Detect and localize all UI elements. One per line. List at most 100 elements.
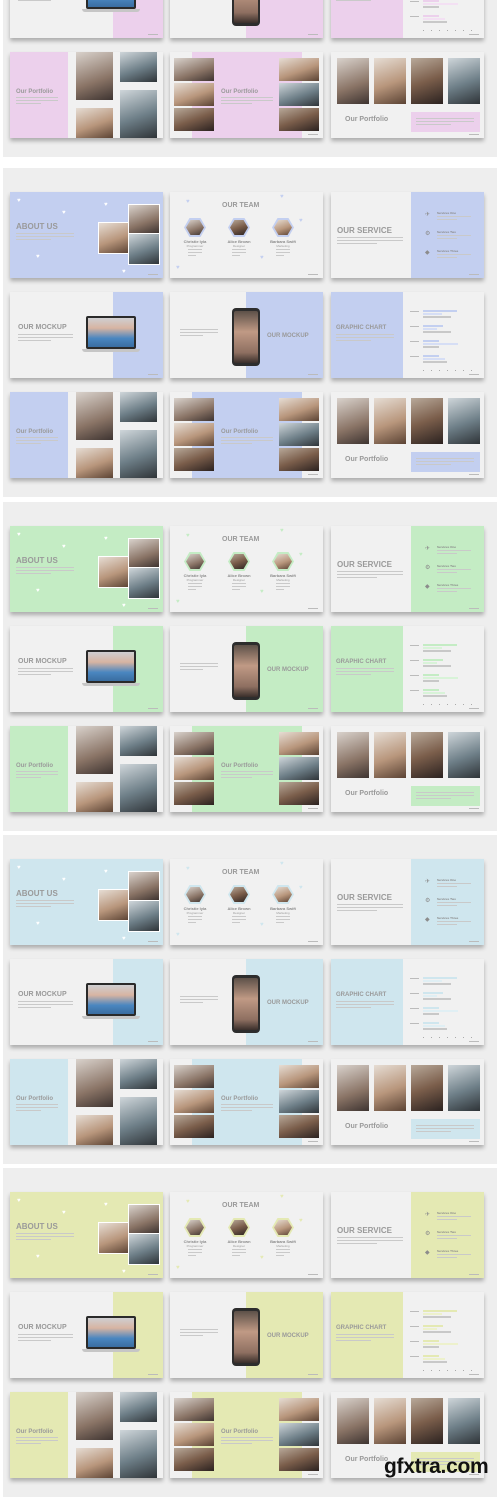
text-line: [16, 906, 51, 907]
heart-icon: ♥: [260, 1255, 264, 1261]
x-tick: [423, 370, 424, 371]
slide-mockup-phone[interactable]: OUR MOCKUP: [170, 959, 323, 1045]
body-text-lines: [416, 458, 474, 467]
slide-graphic-chart[interactable]: GRAPHIC CHART: [331, 959, 484, 1045]
text-line: [337, 577, 377, 578]
heart-icon: ♥: [299, 1218, 303, 1224]
slide-footer: [308, 474, 318, 475]
text-line: [337, 1240, 403, 1241]
body-text-lines: [16, 437, 58, 446]
slide-portfolio-row[interactable]: Our Portfolio: [331, 1059, 484, 1145]
photo: [128, 1233, 160, 1265]
slide-mockup-phone[interactable]: OUR MOCKUP: [170, 626, 323, 712]
slide-footer: [308, 374, 318, 375]
text-line: [221, 97, 273, 98]
heart-icon: ♥: [260, 589, 264, 595]
text-line: [437, 883, 471, 884]
slide-mockup-phone[interactable]: OUR MOCKUP: [170, 292, 323, 378]
laptop-screen: [86, 0, 136, 9]
member-bio-lines: [232, 583, 246, 592]
slide-portfolio-row[interactable]: Our Portfolio: [331, 392, 484, 478]
photo: [174, 782, 214, 805]
slide-graphic-chart[interactable]: GRAPHIC CHART: [331, 626, 484, 712]
heart-icon: ♥: [104, 1202, 108, 1208]
photo: [174, 757, 214, 780]
slide-about-us[interactable]: ABOUT US ♥ ♥ ♥ ♥ ♥: [10, 526, 163, 612]
slide-our-team[interactable]: OUR TEAM Christie Iyla Programmer Alice Bro…: [170, 526, 323, 612]
text-line: [16, 1440, 58, 1441]
heart-icon: ♥: [17, 532, 21, 538]
text-line: [188, 255, 197, 256]
slide-footer: [308, 1274, 318, 1275]
slide-portfolio-grid[interactable]: Our Portfolio: [10, 1392, 163, 1478]
slide-mockup-laptop[interactable]: OUR MOCKUP: [10, 1292, 163, 1378]
slide-portfolio-grid[interactable]: Our Portfolio: [10, 1059, 163, 1145]
slide-graphic-chart[interactable]: GRAPHIC CHART: [331, 0, 484, 38]
text-line: [188, 1255, 197, 1256]
photo: [279, 1448, 319, 1471]
slide-mockup-laptop[interactable]: OUR MOCKUP: [10, 959, 163, 1045]
x-tick: [471, 1037, 472, 1038]
slide-portfolio-columns[interactable]: Our Portfolio: [170, 1392, 323, 1478]
slide-portfolio-columns[interactable]: Our Portfolio: [170, 1059, 323, 1145]
slide-portfolio-row[interactable]: Our Portfolio: [331, 726, 484, 812]
slide-our-team[interactable]: OUR TEAM Christie Iyla Programmer Alice Bro…: [170, 192, 323, 278]
slide-portfolio-columns[interactable]: Our Portfolio: [170, 392, 323, 478]
slide-portfolio-grid[interactable]: Our Portfolio: [10, 392, 163, 478]
slide-our-team[interactable]: OUR TEAM Christie Iyla Programmer Alice Bro…: [170, 1192, 323, 1278]
category-label: [410, 1326, 419, 1327]
category-label: [410, 1356, 419, 1357]
slide-portfolio-grid[interactable]: Our Portfolio: [10, 52, 163, 138]
slide-about-us[interactable]: ABOUT US ♥ ♥ ♥ ♥ ♥: [10, 192, 163, 278]
slide-mockup-laptop[interactable]: OUR MOCKUP: [10, 0, 163, 38]
x-tick: [439, 30, 440, 31]
slide-title: OUR MOCKUP: [267, 667, 309, 673]
photo: [337, 398, 369, 444]
airplane-icon: ✈: [425, 546, 431, 552]
text-line: [437, 902, 471, 903]
slide-graphic-chart[interactable]: GRAPHIC CHART: [331, 292, 484, 378]
slide-portfolio-grid[interactable]: Our Portfolio: [10, 726, 163, 812]
slide-our-service[interactable]: OUR SERVICE ✈ Services One ⚙ Services Two ◆ Se…: [331, 526, 484, 612]
slide-title: Our Portfolio: [16, 1096, 53, 1102]
photo: [230, 887, 248, 902]
category-label: [410, 16, 419, 17]
heart-icon: ♥: [122, 936, 126, 942]
photo: [274, 554, 292, 569]
slide-portfolio-columns[interactable]: Our Portfolio: [170, 52, 323, 138]
photo: [279, 1090, 319, 1113]
member-bio-lines: [276, 249, 290, 258]
slide-about-us[interactable]: ABOUT US ♥ ♥ ♥ ♥ ♥: [10, 1192, 163, 1278]
slide-our-service[interactable]: OUR SERVICE ✈ Services One ⚙ Services Two ◆ Se…: [331, 192, 484, 278]
team-member-role: Marketing: [276, 1244, 290, 1248]
photo: [76, 726, 113, 774]
service-desc-lines: [437, 1216, 471, 1222]
slide-title: OUR MOCKUP: [267, 1000, 309, 1006]
template-section-yellow: ABOUT US ♥ ♥ ♥ ♥ ♥ OUR TEAM Christie Iyla Progra…: [3, 1168, 497, 1497]
slide-our-service[interactable]: OUR SERVICE ✈ Services One ⚙ Services Two ◆ Se…: [331, 859, 484, 945]
heart-icon: ♥: [17, 1198, 21, 1204]
slide-portfolio-columns[interactable]: Our Portfolio: [170, 726, 323, 812]
slide-mockup-laptop[interactable]: OUR MOCKUP: [10, 626, 163, 712]
text-line: [337, 574, 403, 575]
body-text-lines: [18, 1001, 73, 1010]
service-label: Services Three: [437, 249, 459, 253]
slide-portfolio-row[interactable]: Our Portfolio: [331, 52, 484, 138]
text-line: [16, 233, 74, 234]
slide-mockup-laptop[interactable]: OUR MOCKUP: [10, 292, 163, 378]
slide-mockup-phone[interactable]: OUR MOCKUP: [170, 0, 323, 38]
slide-mockup-phone[interactable]: OUR MOCKUP: [170, 1292, 323, 1378]
slide-our-team[interactable]: OUR TEAM Christie Iyla Programmer Alice Bro…: [170, 859, 323, 945]
slide-footer: [469, 608, 479, 609]
slide-footer: [148, 274, 158, 275]
heart-icon: ♥: [299, 552, 303, 558]
slide-graphic-chart[interactable]: GRAPHIC CHART: [331, 1292, 484, 1378]
accent-panel: [10, 52, 68, 138]
text-line: [16, 774, 58, 775]
team-member-photo: [184, 885, 206, 904]
body-text-lines: [16, 97, 58, 106]
slide-about-us[interactable]: ABOUT US ♥ ♥ ♥ ♥ ♥: [10, 859, 163, 945]
text-line: [336, 1007, 371, 1008]
slide-our-service[interactable]: OUR SERVICE ✈ Services One ⚙ Services Two ◆ Se…: [331, 1192, 484, 1278]
team-member-role: Designer: [232, 911, 245, 915]
